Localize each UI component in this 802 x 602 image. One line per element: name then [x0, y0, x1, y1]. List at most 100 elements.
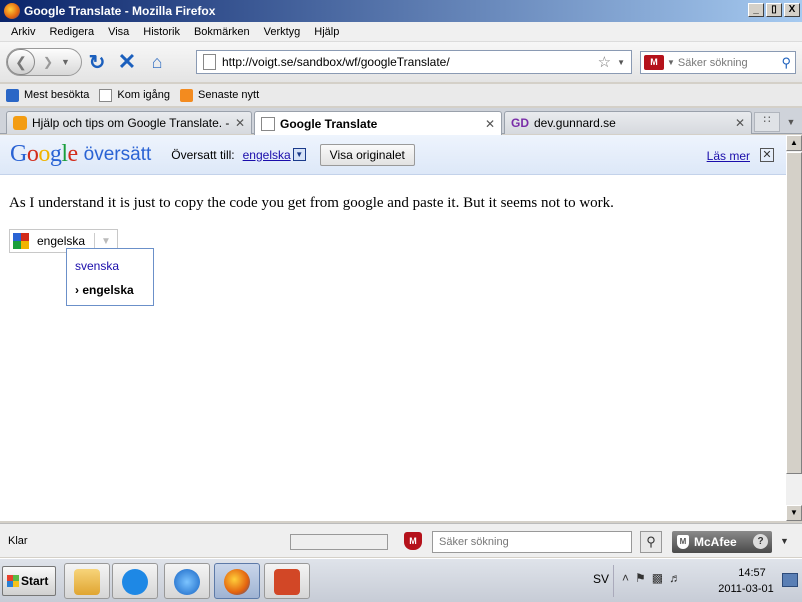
taskbar-explorer[interactable] [64, 563, 110, 599]
translate-product-name: översätt [83, 143, 152, 165]
taskbar-internet-explorer[interactable] [164, 563, 210, 599]
tab-help-tips[interactable]: Hjälp och tips om Google Translate. - w.… [6, 111, 252, 134]
selected-language: engelska [37, 234, 86, 248]
mcafee-label: McAfee [694, 535, 737, 549]
menu-verktyg[interactable]: Verktyg [257, 26, 308, 38]
search-placeholder[interactable]: Säker sökning [678, 57, 782, 69]
google-logo: Google [10, 141, 78, 168]
scrollbar-thumb[interactable] [786, 152, 802, 474]
tab-google-translate[interactable]: Google Translate ✕ [254, 111, 502, 135]
close-tab-icon[interactable]: ✕ [485, 117, 495, 131]
powerpoint-icon [274, 569, 300, 595]
tab-label: dev.gunnard.se [534, 116, 616, 130]
mcafee-shield-icon[interactable]: M [404, 532, 422, 550]
option-engelska[interactable]: › engelska [67, 278, 153, 302]
address-bar[interactable]: http://voigt.se/sandbox/wf/googleTransla… [196, 50, 632, 74]
status-bar: Klar M Säker sökning ⚲ M McAfee ? ▼ [0, 523, 802, 557]
media-player-icon [122, 569, 148, 595]
language-dropdown-menu: svenska › engelska [66, 248, 154, 306]
language-dropdown-icon[interactable]: ▼ [292, 148, 306, 161]
navigation-toolbar: ❮ ❯ ▼ ↻ ✕ ⌂ http://voigt.se/sandbox/wf/g… [0, 42, 802, 82]
menu-historik[interactable]: Historik [136, 26, 187, 38]
bookmark-label: Kom igång [117, 89, 171, 101]
reload-icon[interactable]: ↻ [82, 50, 112, 75]
stop-icon[interactable]: ✕ [112, 49, 142, 75]
search-icon[interactable]: ⚲ [640, 531, 662, 553]
system-tray-icons[interactable]: ˄⚑▩♬ [622, 571, 687, 585]
most-visited-icon [6, 88, 19, 102]
clock-time[interactable]: 14:57 [722, 567, 782, 579]
google-translate-bar: Google översätt Översatt till: engelska … [0, 135, 786, 175]
clock-date[interactable]: 2011-03-01 [714, 583, 778, 595]
close-window-button[interactable]: X [784, 3, 800, 17]
chevron-down-icon[interactable]: ▼ [95, 236, 117, 247]
tab-label: Hjälp och tips om Google Translate. - w.… [32, 116, 229, 130]
history-dropdown-icon[interactable]: ▼ [61, 57, 75, 67]
home-icon[interactable]: ⌂ [142, 52, 172, 73]
page-icon [261, 116, 275, 131]
logo-letter: o [38, 141, 50, 167]
maximize-button[interactable]: ▯ [766, 3, 782, 17]
minimize-button[interactable]: _ [748, 3, 764, 17]
bookmarks-toolbar: Mest besökta Kom igång Senaste nytt [0, 84, 802, 106]
menu-bokmarken[interactable]: Bokmärken [187, 26, 257, 38]
url-dropdown-icon[interactable]: ▼ [617, 58, 625, 67]
scroll-up-icon[interactable]: ▲ [786, 135, 802, 151]
tab-scroll-button[interactable]: ∷ [754, 112, 780, 132]
title-bar: Google Translate - Mozilla Firefox _ ▯ X [0, 0, 802, 22]
bookmark-most-visited[interactable]: Mest besökta [6, 88, 89, 102]
close-tab-icon[interactable]: ✕ [235, 116, 245, 130]
target-language-link[interactable]: engelska [243, 148, 291, 162]
option-svenska[interactable]: svenska [67, 254, 153, 278]
start-label: Start [21, 574, 49, 588]
folder-icon [74, 569, 100, 595]
language-indicator[interactable]: SV [593, 572, 609, 586]
tab-dev-gunnard[interactable]: GD dev.gunnard.se ✕ [504, 111, 752, 134]
tab-label: Google Translate [280, 116, 378, 131]
bookmark-star-icon[interactable]: ☆ [598, 53, 611, 71]
url-text[interactable]: http://voigt.se/sandbox/wf/googleTransla… [222, 55, 598, 69]
menu-arkiv[interactable]: Arkiv [4, 26, 42, 38]
forward-button[interactable]: ❯ [35, 55, 61, 69]
menu-bar: Arkiv Redigera Visa Historik Bokmärken V… [0, 22, 802, 42]
taskbar-media-player[interactable] [112, 563, 158, 599]
logo-letter: g [49, 141, 62, 167]
vertical-scrollbar[interactable]: ▲ ▼ [786, 135, 802, 521]
start-button[interactable]: Start [2, 566, 56, 596]
mcafee-shield-icon[interactable]: M [644, 55, 664, 70]
close-icon[interactable]: ✕ [760, 148, 774, 162]
logo-letter: o [26, 141, 39, 167]
secure-search-input[interactable]: Säker sökning [432, 531, 632, 553]
window-title: Google Translate - Mozilla Firefox [24, 4, 216, 18]
bookmark-latest-news[interactable]: Senaste nytt [180, 88, 260, 102]
divider [613, 565, 614, 597]
menu-visa[interactable]: Visa [101, 26, 136, 38]
read-more-link[interactable]: Läs mer [707, 149, 750, 163]
menu-hjalp[interactable]: Hjälp [307, 26, 346, 38]
bookmark-getting-started[interactable]: Kom igång [99, 88, 171, 102]
logo-letter: e [67, 141, 79, 167]
search-box[interactable]: M ▼ Säker sökning ⚲ [640, 51, 796, 74]
show-original-button[interactable]: Visa originalet [319, 143, 415, 166]
show-desktop-icon[interactable] [782, 573, 798, 587]
tab-strip: Hjälp och tips om Google Translate. - w.… [0, 108, 802, 135]
wordpress-icon [13, 116, 27, 130]
windows-logo-icon [7, 575, 19, 587]
search-icon[interactable]: ⚲ [781, 55, 791, 71]
rss-icon [180, 88, 194, 102]
page-paragraph: As I understand it is just to copy the c… [9, 195, 614, 211]
mcafee-button[interactable]: M McAfee ? [672, 531, 772, 553]
gunnard-dev-icon: GD [511, 116, 529, 130]
help-icon[interactable]: ? [753, 534, 768, 549]
close-tab-icon[interactable]: ✕ [735, 116, 745, 130]
chevron-down-icon[interactable]: ▼ [780, 536, 789, 546]
menu-redigera[interactable]: Redigera [42, 26, 101, 38]
taskbar-powerpoint[interactable] [264, 563, 310, 599]
back-button[interactable]: ❮ [7, 49, 35, 75]
taskbar-firefox[interactable] [214, 563, 260, 599]
search-engine-dropdown-icon[interactable]: ▼ [667, 58, 675, 67]
logo-letter: G [10, 141, 27, 167]
scroll-down-icon[interactable]: ▼ [786, 505, 802, 521]
bookmark-label: Senaste nytt [198, 89, 260, 101]
tab-list-dropdown-icon[interactable]: ▼ [782, 112, 800, 132]
